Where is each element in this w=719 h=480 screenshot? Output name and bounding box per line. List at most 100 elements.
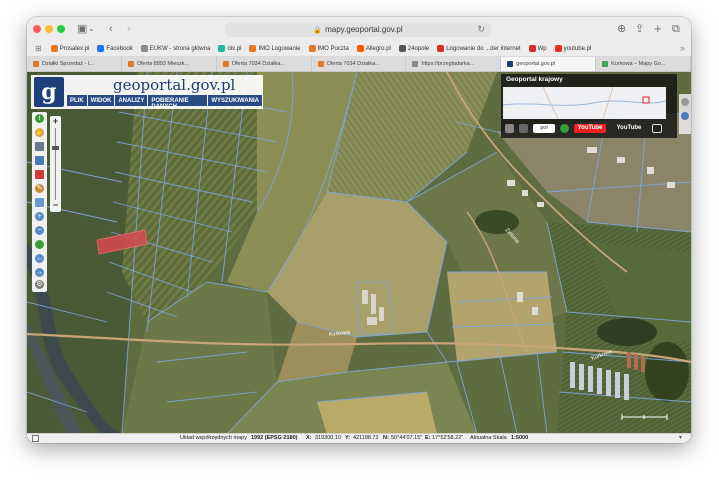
bookmark-item[interactable]: EUKW - strona główna xyxy=(140,45,210,52)
parcel-search-icon[interactable] xyxy=(35,170,44,179)
zoom-track[interactable] xyxy=(55,128,56,200)
fullscreen-window-button[interactable] xyxy=(57,25,65,33)
settings-icon[interactable]: ⚙ xyxy=(35,280,44,289)
geoportal-logo-icon[interactable]: g xyxy=(34,77,64,107)
forward-icon[interactable]: › xyxy=(127,21,131,37)
bookmark-favicon-icon xyxy=(218,45,226,52)
tab-overview-icon[interactable]: ⧉ xyxy=(672,21,680,37)
overview-minimap[interactable] xyxy=(502,86,667,120)
browser-tab[interactable]: Oferta 7034 Działka... xyxy=(217,57,312,71)
new-tab-icon[interactable]: + xyxy=(654,21,662,37)
bookmark-item[interactable]: olx.pl xyxy=(218,45,241,52)
measure-icon[interactable] xyxy=(35,198,44,207)
globe-icon[interactable] xyxy=(35,240,44,249)
tree-grove xyxy=(475,210,519,234)
bookmark-item[interactable]: IMO Poczta xyxy=(308,45,349,52)
eye-icon[interactable] xyxy=(681,112,689,120)
browser-tab[interactable]: Działki Sprzedaż - I... xyxy=(27,57,122,71)
select-area-icon[interactable] xyxy=(35,156,44,165)
expand-icon[interactable] xyxy=(681,98,689,106)
tab-label: Oferta 7034 Działka... xyxy=(326,61,380,67)
menu-item[interactable]: WIDOK xyxy=(87,95,115,106)
y-value: 421188.72 xyxy=(353,435,379,441)
bookmark-item[interactable]: Allegro.pl xyxy=(356,45,391,52)
bookmark-item[interactable]: Logowanie do ...der internet xyxy=(437,45,521,52)
close-window-button[interactable] xyxy=(33,25,41,33)
overview-panel: Geoportal krajowy pol YouTube YouTube xyxy=(501,74,677,138)
bookmark-label: olx.pl xyxy=(227,45,242,52)
bookmark-favicon-icon xyxy=(554,45,562,52)
downloads-icon[interactable]: ⊕ xyxy=(617,21,626,37)
tab-label: Działki Sprzedaż - I... xyxy=(42,61,94,67)
address-bar[interactable]: 🔒 mapy.geoportal.gov.pl ↻ xyxy=(225,22,491,37)
youtube-link[interactable]: YouTube xyxy=(611,124,647,133)
language-select[interactable]: pol xyxy=(533,123,555,133)
browser-tab[interactable]: Kurkowa – Mapy Go... xyxy=(596,57,691,71)
reload-icon[interactable]: ↻ xyxy=(477,22,485,37)
bookmark-label: 24opole xyxy=(407,45,430,52)
scale-label: Aktualna Skala xyxy=(470,435,507,441)
help-icon[interactable] xyxy=(560,123,569,133)
bookmark-label: Prosalex.pl xyxy=(59,45,90,52)
minimize-window-button[interactable] xyxy=(45,25,53,33)
browser-tab[interactable]: geoportal.gov.pl xyxy=(501,57,597,71)
grid-icon[interactable]: ⊞ xyxy=(35,44,42,53)
tree-grove xyxy=(645,342,689,402)
tab-label: Oferta 8893 Mieszk... xyxy=(136,61,190,67)
tree-grove xyxy=(597,318,657,346)
coord-system-value: 1992 (EPSG 2180) xyxy=(251,435,298,441)
zoom-slider-handle[interactable] xyxy=(52,146,59,150)
bookmark-favicon-icon xyxy=(437,45,445,52)
bookmark-favicon-icon xyxy=(97,45,105,52)
zoom-out-area-icon[interactable]: − xyxy=(35,226,44,235)
browser-tab[interactable]: Oferta 7034 Działka... xyxy=(312,57,407,71)
tab-label: https://przegladarka... xyxy=(421,61,475,67)
layers-icon[interactable] xyxy=(35,142,44,151)
geoportal-menu: PLIK WIDOK ANALIZY POBIERANIE DANYCH WYSZUKI… xyxy=(67,95,263,110)
map-viewport[interactable]: Kurkowa Kurkowa Zielona g geoportal.gov.… xyxy=(27,72,691,434)
contrast-icon[interactable] xyxy=(652,123,662,133)
more-bookmarks-icon[interactable]: » xyxy=(680,43,685,53)
next-view-icon[interactable]: → xyxy=(35,268,44,277)
bookmark-label: Allegro.pl xyxy=(365,45,391,52)
menu-item[interactable]: WYSZUKIWANIA xyxy=(208,95,262,106)
bookmark-favicon-icon xyxy=(249,45,257,52)
status-bar: Układ współrzędnych mapy 1992 (EPSG 2180… xyxy=(27,433,691,443)
bookmark-item[interactable]: youtube.pl xyxy=(554,45,591,52)
x-label: X: xyxy=(306,435,312,441)
pan-hand-icon[interactable]: ✋ xyxy=(35,128,44,137)
browser-tab[interactable]: https://przegladarka... xyxy=(406,57,502,71)
status-dropdown-icon[interactable]: ▾ xyxy=(679,434,682,443)
n-label: N: xyxy=(383,435,389,441)
zoom-in-button[interactable]: + xyxy=(50,116,61,127)
bookmark-item[interactable]: 24opole xyxy=(398,45,430,52)
previous-view-icon[interactable]: ← xyxy=(35,254,44,263)
youtube-button[interactable]: YouTube xyxy=(574,123,606,133)
print-icon[interactable] xyxy=(505,123,514,133)
sidebar-chevron-icon[interactable]: ⌄ xyxy=(88,21,95,37)
back-icon[interactable]: ‹ xyxy=(109,21,113,37)
menu-item[interactable]: POBIERANIE DANYCH xyxy=(148,95,208,110)
draw-icon[interactable]: ✎ xyxy=(35,184,44,193)
sidebar-toggle-icon[interactable]: ▣ xyxy=(77,21,87,37)
share-icon[interactable]: ⇪ xyxy=(635,21,644,37)
bookmark-item[interactable]: Wp xyxy=(528,45,547,52)
bookmark-item[interactable]: IMO Logowanie xyxy=(249,45,301,52)
bookmark-item[interactable]: Facebook xyxy=(97,45,133,52)
zoom-in-area-icon[interactable]: + xyxy=(35,212,44,221)
zoom-out-button[interactable]: − xyxy=(50,200,61,211)
info-icon[interactable]: i xyxy=(35,114,44,123)
e-value: 17°52'58.22" xyxy=(432,435,464,441)
tab-label: Kurkowa – Mapy Go... xyxy=(611,61,666,67)
x-value: 319300.10 xyxy=(315,435,341,441)
menu-item[interactable]: ANALIZY xyxy=(115,95,148,106)
bookmark-item[interactable]: Prosalex.pl xyxy=(50,45,90,52)
status-expand-icon[interactable] xyxy=(32,435,39,442)
save-icon[interactable] xyxy=(519,123,528,133)
browser-tab[interactable]: Oferta 8893 Mieszk... xyxy=(122,57,217,71)
map-tools-panel: i ✋ ✎ + − ← → ⚙ xyxy=(32,112,47,292)
bookmark-label: IMO Poczta xyxy=(317,45,349,52)
bookmark-favicon-icon xyxy=(528,45,536,52)
menu-item[interactable]: PLIK xyxy=(67,95,87,106)
title-bar: ▣ ⌄ ‹ › 🔒 mapy.geoportal.gov.pl ↻ ⊕ ⇪ + ⧉ xyxy=(27,17,691,41)
